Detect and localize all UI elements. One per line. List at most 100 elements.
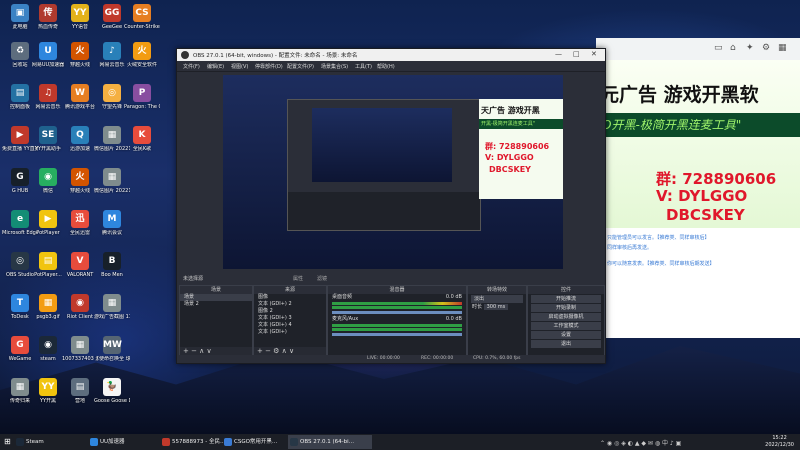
obs-titlebar[interactable]: OBS 27.0.1 (64-bit, windows) - 配置文件: 未命名…	[177, 49, 605, 61]
app-icon: YY	[71, 4, 89, 22]
desktop-icon-label: VALORANT	[66, 272, 94, 278]
desktop-icon[interactable]: ▦ 1007337403 游戏广告图...	[62, 336, 98, 362]
app-icon: 迅	[71, 210, 89, 228]
desktop-icon[interactable]: V VALORANT	[62, 252, 98, 278]
scene-item[interactable]: 场景 2	[180, 301, 252, 308]
source-item[interactable]: 文本 (GDI+) 4	[254, 322, 326, 329]
filters-button[interactable]: 滤镜	[317, 275, 327, 282]
taskbar-item[interactable]: OBS 27.0.1 (64-bi…	[288, 435, 372, 449]
desktop-icon-label: 微信图片 20221...	[94, 188, 130, 194]
desktop-icon[interactable]: YY YY语音	[62, 4, 98, 30]
app-icon: ▶	[11, 126, 29, 144]
desktop-icon[interactable]: 传热血传奇	[30, 4, 66, 30]
menu-view[interactable]: 视图(V)	[231, 63, 248, 70]
minimize-icon[interactable]: —	[555, 50, 562, 58]
desktop-icon[interactable]: ▤ 营地	[62, 378, 98, 404]
desktop-icon[interactable]: U 网易UU加速器	[30, 42, 66, 68]
desktop-icon[interactable]: YY YY开黑	[30, 378, 66, 404]
clock[interactable]: 15:22 2022/12/30	[765, 435, 794, 449]
taskbar-item[interactable]: CSGO常用开黑…	[222, 435, 296, 449]
sources-dock[interactable]: 来源 图像 文本 (GDI+) 2 图像 2 文本 (GDI+) 3 文本 (G…	[253, 285, 327, 357]
app-icon: B	[103, 252, 121, 270]
scenes-dock[interactable]: 场景 场景 场景 2 + − ∧ ∨	[179, 285, 253, 357]
desktop-icon[interactable]: 火穿越火线	[62, 42, 98, 68]
desktop-icon[interactable]: 🦆 Goose Goose Duck	[94, 378, 130, 404]
extensions-icon[interactable]: ▦	[778, 43, 787, 53]
desktop-icon[interactable]: ▦ 微信图片 20221...	[94, 168, 130, 194]
taskbar-item[interactable]: 557888973 - 全民…	[160, 435, 230, 449]
start-streaming-button[interactable]: 开始推流	[531, 295, 601, 303]
start-virtual-camera-button[interactable]: 启动虚拟摄像机	[531, 313, 601, 321]
gear-icon[interactable]: ⚙	[762, 43, 770, 53]
taskbar-item[interactable]: Steam	[14, 435, 96, 449]
mixer-dock[interactable]: 混音器 桌面音频 0.0 dB 麦克风/Aux 0.0 dB	[327, 285, 467, 357]
settings-button[interactable]: 设置	[531, 331, 601, 339]
desktop-icon[interactable]: ◉ steam	[30, 336, 66, 362]
source-item[interactable]: 图像	[254, 294, 326, 301]
desktop-icon[interactable]: ▦ psgb3.gif	[30, 294, 66, 320]
desktop-icon[interactable]: ♫ 网易云音乐	[30, 84, 66, 110]
browser-window[interactable]: ▭ ⌂ ✦ ⚙ ▦ 元广告 游戏开黑软 O开黑-极简开黑连麦工具" 群: 728…	[596, 38, 800, 338]
obs-title: OBS 27.0.1 (64-bit, windows) - 配置文件: 未命名…	[193, 53, 358, 59]
source-item[interactable]: 文本 (GDI+) 2	[254, 301, 326, 308]
desktop-icon[interactable]: P Paragon: The Over...	[124, 84, 160, 110]
menu-profile[interactable]: 配置文件(P)	[287, 63, 314, 70]
menu-edit[interactable]: 编辑(E)	[207, 63, 224, 70]
taskbar-item[interactable]: UU加速器	[88, 435, 168, 449]
desktop-icon-label: 穿越火线	[69, 188, 90, 194]
controls-dock[interactable]: 控件 开始推流 开始录制 启动虚拟摄像机 工作室模式 设置 退出	[527, 285, 605, 357]
maximize-icon[interactable]: □	[573, 50, 580, 58]
source-item[interactable]: 文本 (GDI+)	[254, 329, 326, 336]
desktop-icon-label: 腾讯会议	[101, 230, 122, 236]
close-icon[interactable]: ✕	[591, 50, 597, 58]
desktop-icon[interactable]: ▦ 游戏广告截图 11.4.png	[94, 294, 130, 320]
desktop-icon[interactable]: ▤ PotPlayer...	[30, 252, 66, 278]
desktop-icon[interactable]: MW 《使命召唤全 球战场》...	[94, 336, 130, 362]
home-icon[interactable]: ⌂	[730, 43, 736, 53]
app-icon: ▦	[103, 294, 121, 312]
start-recording-button[interactable]: 开始录制	[531, 304, 601, 312]
desktop-icon[interactable]: ◉ Riot Client	[62, 294, 98, 320]
scene-item[interactable]: 场景	[180, 294, 252, 301]
transition-select[interactable]: 淡出	[471, 295, 523, 303]
duration-input[interactable]: 300 ms	[483, 304, 509, 310]
desktop-icon-label: 网易UU加速器	[31, 62, 65, 68]
properties-button[interactable]: 属性	[293, 275, 303, 282]
tray-icons[interactable]: ⌃ ◉ ◎ ◈ ◐ ▲ ◆ ✉ ◍ 中 ♪ ▣	[600, 438, 681, 447]
desktop-icon[interactable]: 火火绒安全软件	[124, 42, 160, 68]
menu-tools[interactable]: 工具(T)	[355, 63, 372, 70]
menu-help[interactable]: 帮助(H)	[377, 63, 395, 70]
taskbar-app-icon	[162, 438, 170, 446]
desktop-icon[interactable]: Q 迅游加速	[62, 126, 98, 152]
desktop-icon[interactable]: SE YY开黑助手	[30, 126, 66, 152]
desktop-icon[interactable]: ◉ 微信	[30, 168, 66, 194]
menu-docks[interactable]: 停靠部件(D)	[255, 63, 283, 70]
obs-window[interactable]: OBS 27.0.1 (64-bit, windows) - 配置文件: 未命名…	[176, 48, 606, 364]
menu-file[interactable]: 文件(F)	[183, 63, 200, 70]
desktop-icon-label: 热血传奇	[37, 24, 58, 30]
exit-button[interactable]: 退出	[531, 340, 601, 348]
transitions-dock[interactable]: 转场特效 淡出 时长 300 ms	[467, 285, 527, 357]
studio-mode-button[interactable]: 工作室模式	[531, 322, 601, 330]
desktop-icon[interactable]: 迅全民迅雷	[62, 210, 98, 236]
start-icon[interactable]: ⊞	[4, 437, 11, 446]
gamepad-icon[interactable]: ✦	[746, 43, 754, 53]
desktop-volume-slider[interactable]	[332, 311, 462, 314]
desktop-icon[interactable]: CS Counter-Strike Global Off...	[124, 4, 160, 30]
ad-wechat: V: DYLGGO	[656, 187, 748, 205]
desktop-icon[interactable]: B Boo Men	[94, 252, 130, 278]
obs-preview[interactable]: 天广告 游戏开黑 开黑-极简开黑连麦工具" 群: 728890606 V: DY…	[223, 75, 563, 269]
desktop-icon-label: 火绒安全软件	[126, 62, 157, 68]
video-icon[interactable]: ▭	[714, 43, 723, 53]
source-item[interactable]: 图像 2	[254, 308, 326, 315]
desktop-icon[interactable]: K 全民K歌	[124, 126, 160, 152]
desktop-icon[interactable]: ▶ PotPlayer	[30, 210, 66, 236]
desktop-icon[interactable]: M 腾讯会议	[94, 210, 130, 236]
app-icon: Q	[71, 126, 89, 144]
desktop-icon-label: YY开黑助手	[34, 146, 62, 152]
desktop-icon[interactable]: W 腾讯游戏平台	[62, 84, 98, 110]
mic-volume-slider[interactable]	[332, 333, 462, 336]
desktop-icon[interactable]: 火穿越火线	[62, 168, 98, 194]
source-item[interactable]: 文本 (GDI+) 3	[254, 315, 326, 322]
menu-scene-collection[interactable]: 场景集合(S)	[321, 63, 348, 70]
